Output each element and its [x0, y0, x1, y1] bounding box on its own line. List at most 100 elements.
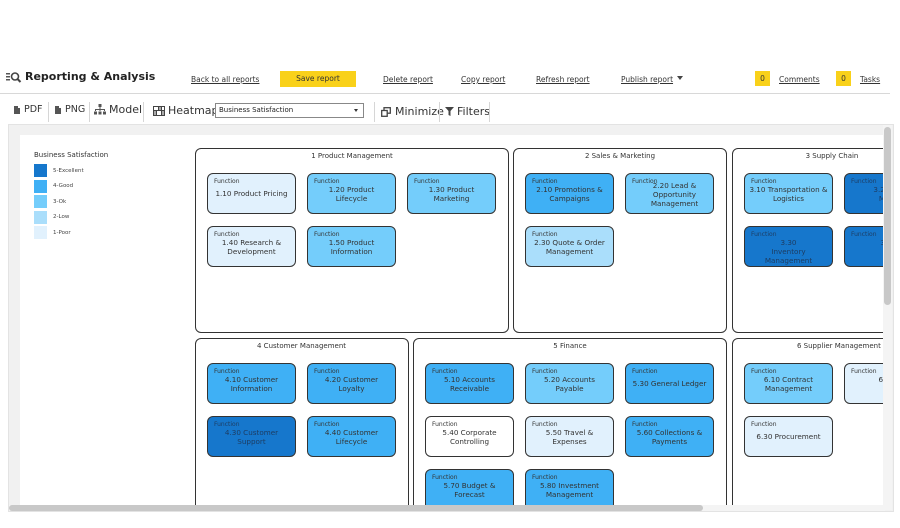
export-png-button[interactable]: PNG — [55, 104, 85, 115]
toolbar-divider — [439, 102, 440, 122]
save-report-button[interactable]: Save report — [280, 71, 356, 87]
heatmap-button[interactable]: Heatmap — [153, 104, 219, 117]
minimize-label: Minimize — [395, 105, 444, 118]
legend-swatch — [34, 164, 47, 178]
model-label: Model — [109, 103, 143, 116]
filters-label: Filters — [457, 105, 490, 118]
function-name: 3.30 Inventory Management — [764, 238, 813, 265]
function-card[interactable]: Function 5.80 Investment Management — [525, 469, 614, 505]
function-tag: Function — [851, 368, 877, 375]
function-card[interactable]: Function 4.40 Customer Lifecycle — [307, 416, 396, 457]
app-title: Reporting & Analysis — [6, 70, 155, 83]
model-button[interactable]: Model — [94, 103, 142, 116]
function-name: 2.10 Promotions & Campaigns — [536, 185, 603, 203]
function-card[interactable]: Function 5.40 Corporate Controlling — [425, 416, 514, 457]
export-pdf-label: PDF — [24, 104, 43, 115]
vertical-scrollbar[interactable] — [883, 125, 892, 510]
function-name: 1.40 Research & Development — [221, 238, 282, 256]
function-card[interactable]: Function 3.10 Transportation & Logistics — [744, 173, 833, 214]
function-card[interactable]: Function 1.40 Research & Development — [207, 226, 296, 267]
function-card[interactable]: Function 5.30 General Ledger — [625, 363, 714, 404]
legend-item: 1-Poor — [34, 225, 108, 241]
group-title: 5 Finance — [553, 342, 587, 350]
publish-report-link[interactable]: Publish report — [621, 75, 673, 84]
function-card[interactable]: Function 5.10 Accounts Receivable — [425, 363, 514, 404]
function-card[interactable]: Function 3.30 Inventory Management — [744, 226, 833, 267]
function-card[interactable]: Function 4.30 Customer Support — [207, 416, 296, 457]
function-name: 6.20 Supplier Sourcing — [878, 375, 885, 384]
horizontal-scrollbar-thumb[interactable] — [9, 505, 703, 511]
toolbar-divider — [489, 102, 490, 122]
function-tag: Function — [432, 474, 458, 481]
back-to-reports-link[interactable]: Back to all reports — [191, 75, 259, 84]
refresh-report-link[interactable]: Refresh report — [536, 75, 590, 84]
hierarchy-icon — [94, 104, 106, 115]
legend-title: Business Satisfaction — [34, 151, 109, 159]
function-card[interactable]: Function 2.20 Lead & Opportunity Manageme… — [625, 173, 714, 214]
minimize-windows-icon — [381, 106, 391, 117]
function-name: 5.40 Corporate Controlling — [442, 428, 497, 446]
function-tag: Function — [414, 178, 440, 185]
function-card[interactable]: Function 1.30 Product Marketing — [407, 173, 496, 214]
export-pdf-button[interactable]: PDF — [14, 104, 43, 115]
function-card[interactable]: Function 2.10 Promotions & Campaigns — [525, 173, 614, 214]
toolbar-divider — [374, 102, 375, 122]
publish-dropdown-caret-icon[interactable] — [677, 76, 683, 80]
function-tag: Function — [314, 368, 340, 375]
function-card[interactable]: Function 6.10 Contract Management — [744, 363, 833, 404]
function-name: 3.10 Transportation & Logistics — [749, 185, 828, 203]
function-tag: Function — [532, 178, 558, 185]
legend-label: 1-Poor — [53, 229, 71, 236]
page-title: Reporting & Analysis — [25, 70, 156, 83]
function-card[interactable]: Function 4.20 Customer Loyalty — [307, 363, 396, 404]
heatmap-label: Heatmap — [168, 104, 219, 117]
function-card[interactable]: Function 1.10 Product Pricing — [207, 173, 296, 214]
function-card[interactable]: Function 2.30 Quote & Order Management — [525, 226, 614, 267]
function-name: 5.80 Investment Management — [540, 481, 599, 499]
function-name: 1.50 Product Information — [328, 238, 375, 256]
model-canvas: Business Satisfaction 5-Excellent 4-Good… — [8, 124, 894, 512]
function-card[interactable]: Function 4.10 Customer Information — [207, 363, 296, 404]
report-toolbar: PDF PNG Model Heatmap Business Satisfact… — [0, 100, 900, 124]
function-name: 5.50 Travel & Expenses — [545, 428, 594, 446]
function-card[interactable]: Function3.20 Warehouse Management — [844, 173, 885, 214]
function-tag: Function — [632, 421, 658, 428]
function-card[interactable]: Function6.20 Supplier Sourcing — [844, 363, 885, 404]
group-title: 3 Supply Chain — [805, 152, 859, 160]
report-header: Reporting & Analysis Back to all reports… — [0, 64, 890, 94]
legend-label: 4-Good — [53, 183, 74, 190]
function-tag: Function — [314, 178, 340, 185]
horizontal-scrollbar[interactable] — [9, 505, 885, 511]
function-name: 5.20 Accounts Payable — [543, 375, 596, 393]
tasks-link[interactable]: Tasks — [860, 75, 880, 84]
filters-button[interactable]: Filters — [445, 105, 490, 118]
function-card[interactable]: Function3.40 Fulfillment — [844, 226, 885, 267]
legend-item: 4-Good — [34, 179, 108, 195]
function-card[interactable]: Function 5.70 Budget & Forecast — [425, 469, 514, 505]
function-tag: Function — [751, 178, 777, 185]
legend-label: 5-Excellent — [53, 167, 84, 174]
group-title: 2 Sales & Marketing — [584, 152, 656, 160]
legend-swatch — [34, 210, 47, 224]
model-canvas-viewport[interactable]: Business Satisfaction 5-Excellent 4-Good… — [20, 135, 885, 505]
function-tag: Function — [432, 368, 458, 375]
legend-item: 2-Low — [34, 210, 108, 226]
minimize-button[interactable]: Minimize — [381, 105, 444, 118]
function-card[interactable]: Function 1.50 Product Information — [307, 226, 396, 267]
copy-report-link[interactable]: Copy report — [461, 75, 505, 84]
function-card[interactable]: Function 5.50 Travel & Expenses — [525, 416, 614, 457]
group-title: 6 Supplier Management — [797, 342, 881, 350]
delete-report-link[interactable]: Delete report — [383, 75, 433, 84]
function-card[interactable]: Function 6.30 Procurement — [744, 416, 833, 457]
heatmap-icon — [153, 105, 165, 116]
comments-link[interactable]: Comments — [779, 75, 820, 84]
function-name: 4.30 Customer Support — [224, 428, 279, 446]
vertical-scrollbar-thumb[interactable] — [884, 127, 891, 305]
function-name: 4.40 Customer Lifecycle — [324, 428, 379, 446]
heatmap-metric-select[interactable]: Business Satisfaction — [215, 103, 364, 118]
toolbar-divider — [143, 102, 144, 122]
function-card[interactable]: Function 5.20 Accounts Payable — [525, 363, 614, 404]
function-tag: Function — [851, 231, 877, 238]
function-card[interactable]: Function 5.60 Collections & Payments — [625, 416, 714, 457]
function-card[interactable]: Function 1.20 Product Lifecycle — [307, 173, 396, 214]
